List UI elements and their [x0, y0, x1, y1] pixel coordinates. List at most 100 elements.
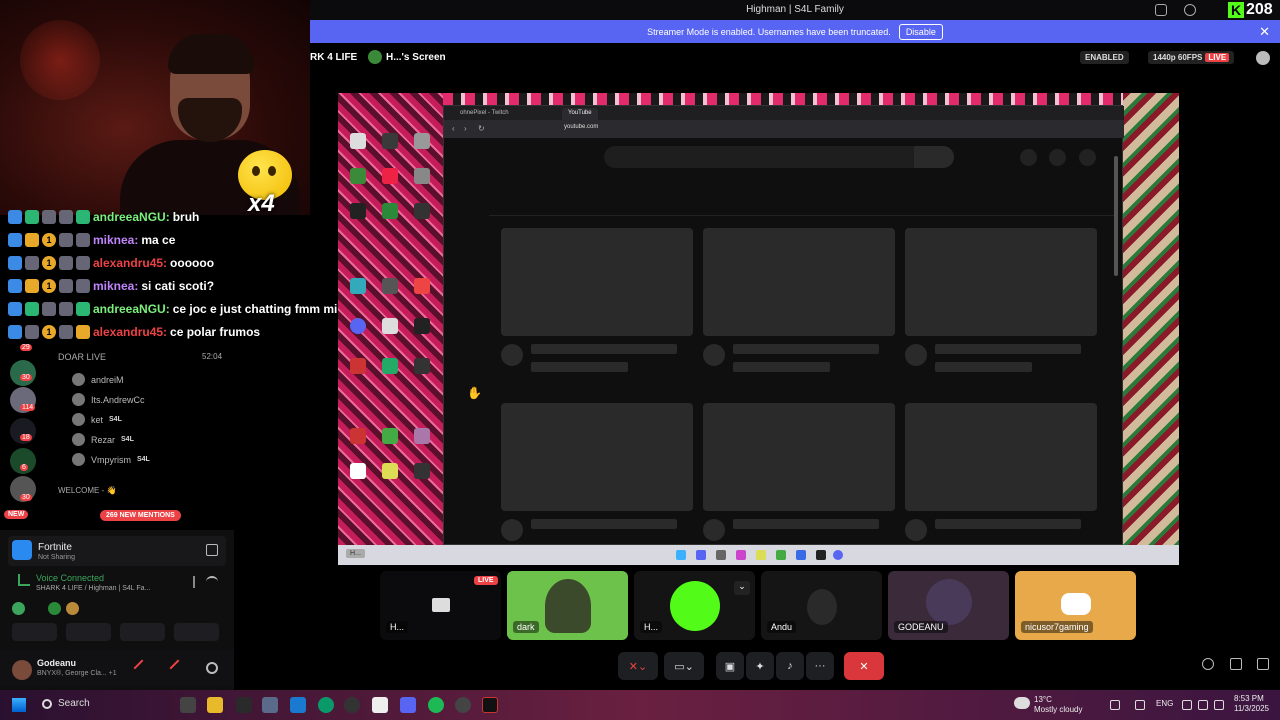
clock-date[interactable]: 11/3/2025	[1234, 704, 1269, 713]
soundboard-button[interactable]: ♪	[776, 652, 804, 680]
camera-button[interactable]: ▭⌄	[664, 652, 704, 680]
video-skeleton[interactable]	[501, 403, 693, 511]
voice-user[interactable]: Vmpyrism S4L	[72, 453, 150, 466]
welcome-category[interactable]: WELCOME - 👋	[58, 486, 116, 495]
server-icon[interactable]	[10, 360, 36, 386]
voice-user[interactable]: Its.AndrewCc	[72, 393, 145, 406]
video-skeleton[interactable]	[703, 403, 895, 511]
desktop-icon[interactable]	[350, 358, 366, 374]
desktop-icon[interactable]	[350, 168, 366, 184]
desktop-icon[interactable]	[414, 428, 430, 444]
chat-bubble-icon[interactable]	[1256, 51, 1270, 65]
screen-share-label[interactable]: H...'s Screen	[368, 50, 446, 64]
activities-button[interactable]: ✦	[746, 652, 774, 680]
weather-temp[interactable]: 13°C	[1034, 695, 1052, 704]
participant-tile[interactable]: Andu	[761, 571, 882, 640]
windows-start-icon[interactable]	[12, 698, 26, 712]
desktop-icon[interactable]	[382, 358, 398, 374]
activity-card[interactable]: Fortnite Not Sharing	[8, 536, 226, 566]
back-icon[interactable]: ‹	[452, 124, 455, 133]
taskbar-search[interactable]: Search	[58, 698, 90, 709]
voice-connected-label[interactable]: Voice Connected	[36, 573, 104, 583]
share-screen-button[interactable]: ▣	[716, 652, 744, 680]
voice-channel-name[interactable]: DOAR LIVE	[58, 352, 106, 362]
volume-icon[interactable]	[1202, 658, 1214, 670]
inbox-icon[interactable]	[1155, 4, 1167, 16]
address-bar[interactable]: youtube.com	[564, 124, 874, 135]
video-skeleton[interactable]	[703, 228, 895, 336]
activity-icon[interactable]	[48, 602, 61, 615]
discord-icon[interactable]	[400, 697, 416, 713]
soundboard-button[interactable]	[174, 623, 219, 641]
gear-icon[interactable]	[206, 662, 218, 674]
browser-tab[interactable]: YouTube	[562, 108, 598, 120]
mic-muted-button[interactable]: ✕⌄	[618, 652, 658, 680]
video-skeleton[interactable]	[905, 228, 1097, 336]
desktop-icon[interactable]	[414, 463, 430, 479]
camera-off-button[interactable]	[12, 623, 57, 641]
desktop-icon[interactable]	[382, 278, 398, 294]
fullscreen-icon[interactable]	[1257, 658, 1269, 670]
language-indicator[interactable]: ENG	[1156, 699, 1173, 708]
youtube-search-button[interactable]	[914, 146, 954, 168]
desktop-icon[interactable]	[382, 463, 398, 479]
screen-share-button[interactable]	[66, 623, 111, 641]
voice-user[interactable]: ket S4L	[72, 413, 122, 426]
share-screen-icon[interactable]	[206, 544, 218, 556]
participant-tile[interactable]: nicusor7gaming	[1015, 571, 1136, 640]
app-icon[interactable]	[262, 697, 278, 713]
voice-user[interactable]: andreiM	[72, 373, 124, 386]
close-icon[interactable]: ✕	[1259, 24, 1270, 40]
reload-icon[interactable]: ↻	[478, 124, 485, 133]
desktop-icon[interactable]	[382, 168, 398, 184]
edge-icon[interactable]	[290, 697, 306, 713]
avatar[interactable]	[12, 660, 32, 680]
desktop-icon[interactable]	[350, 278, 366, 294]
volume-icon[interactable]	[1198, 700, 1208, 710]
app-icon[interactable]	[455, 697, 471, 713]
forward-icon[interactable]: ›	[464, 124, 467, 133]
activities-button[interactable]	[120, 623, 165, 641]
desktop-icon[interactable]	[382, 318, 398, 334]
recycle-bin-icon[interactable]	[414, 133, 430, 149]
participant-tile[interactable]: H... ⌄	[634, 571, 755, 640]
weather-desc[interactable]: Mostly cloudy	[1034, 705, 1082, 714]
new-badge[interactable]: NEW	[4, 510, 29, 519]
noise-suppression-icon[interactable]	[183, 576, 195, 588]
chevron-up-icon[interactable]	[1110, 700, 1120, 710]
video-skeleton[interactable]	[905, 403, 1097, 511]
browser-tab[interactable]: ohnePixel - Twitch	[454, 108, 515, 120]
deafen-icon[interactable]	[169, 659, 187, 677]
desktop-icon[interactable]	[382, 203, 398, 219]
leave-call-button[interactable]: ✕	[844, 652, 884, 680]
app-icon[interactable]	[372, 697, 388, 713]
network-icon[interactable]	[1182, 700, 1192, 710]
desktop-icon[interactable]	[414, 168, 430, 184]
screen-share-view[interactable]: ohnePixel - Twitch YouTube ‹ › ↻ youtube…	[338, 93, 1179, 565]
app-icon[interactable]	[482, 697, 498, 713]
participant-tile[interactable]: H... LIVE	[380, 571, 501, 640]
activity-icon[interactable]	[66, 602, 79, 615]
chevron-down-icon[interactable]: ⌄	[734, 581, 750, 595]
more-options-button[interactable]: ···	[806, 652, 834, 680]
youtube-search-placeholder[interactable]	[604, 146, 954, 168]
edge-icon[interactable]	[318, 697, 334, 713]
search-icon[interactable]	[42, 699, 52, 709]
clock-time[interactable]: 8:53 PM	[1234, 694, 1264, 703]
desktop-icon[interactable]	[414, 278, 430, 294]
popout-icon[interactable]	[1230, 658, 1242, 670]
task-view-icon[interactable]	[180, 697, 196, 713]
desktop-icon[interactable]	[382, 428, 398, 444]
participant-tile[interactable]: GODEANU	[888, 571, 1009, 640]
help-icon[interactable]	[1184, 4, 1196, 16]
desktop-icon[interactable]	[414, 358, 430, 374]
file-explorer-icon[interactable]	[207, 697, 223, 713]
app-icon[interactable]	[236, 697, 252, 713]
app-icon[interactable]	[344, 697, 360, 713]
desktop-icon[interactable]	[414, 203, 430, 219]
disable-button[interactable]: Disable	[898, 23, 943, 40]
participant-tile[interactable]: dark	[507, 571, 628, 640]
scrollbar[interactable]	[1114, 156, 1118, 276]
activity-icon[interactable]	[12, 602, 25, 615]
desktop-icon[interactable]	[350, 133, 366, 149]
